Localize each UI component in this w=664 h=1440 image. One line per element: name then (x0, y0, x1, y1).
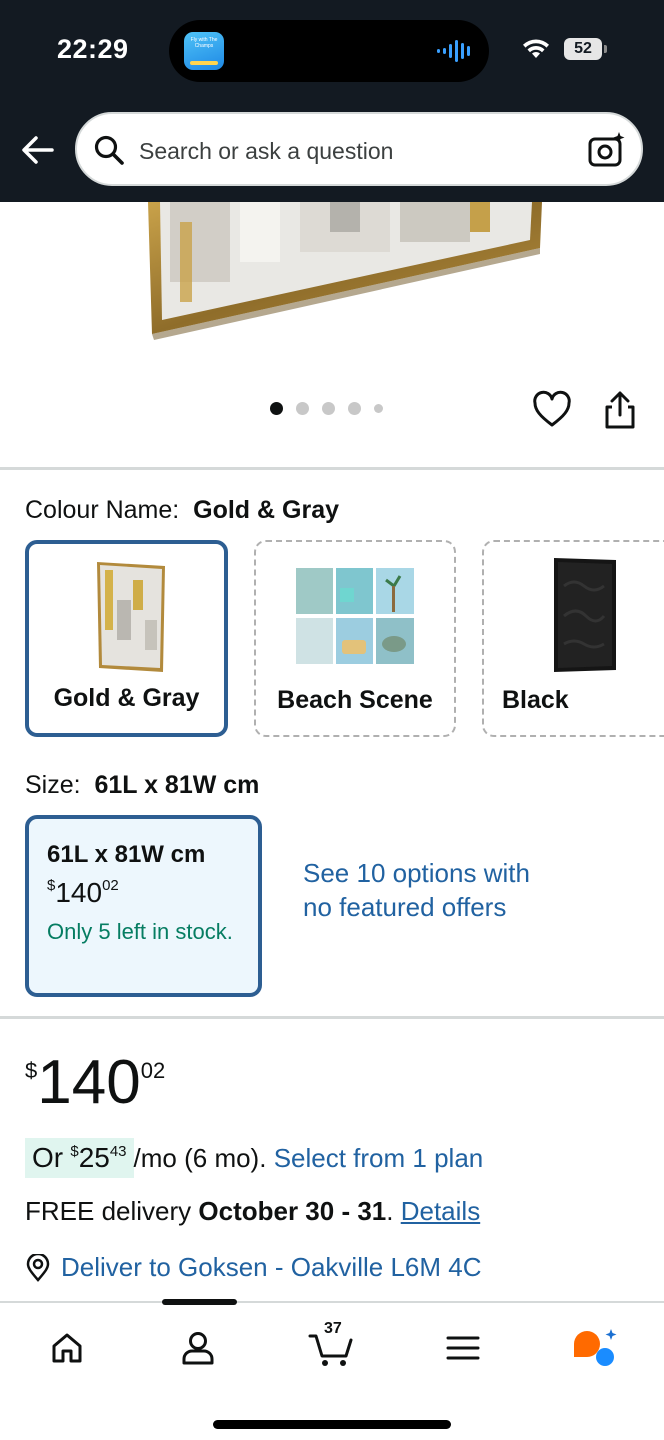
audio-wave-icon (437, 40, 470, 62)
main-price: $ 140 02 (25, 1050, 165, 1116)
currency-symbol: $ (47, 877, 56, 894)
installment-suffix: /mo (6 mo). (133, 1142, 267, 1173)
delivery-row: FREE delivery October 30 - 31. Details (25, 1196, 480, 1227)
delivery-prefix: FREE delivery (25, 1196, 192, 1226)
island-app-text: Fly with The Champs (190, 37, 218, 49)
nav-account[interactable] (173, 1323, 223, 1373)
image-carousel-dots[interactable] (270, 402, 383, 415)
swatch-gold-gray[interactable]: Gold & Gray (25, 540, 228, 737)
size-label-row: Size: 61L x 81W cm (25, 771, 259, 800)
heart-icon[interactable] (532, 390, 572, 430)
installment-fraction: 43 (109, 1143, 127, 1160)
installment-badge: Or $ 25 43 (25, 1138, 134, 1178)
back-arrow-icon[interactable] (20, 132, 56, 168)
header-bar: 22:29 Fly with The Champs 52 (0, 0, 664, 202)
beach-scene-thumbnail (296, 568, 414, 664)
nav-rufus[interactable] (570, 1323, 620, 1373)
black-thumbnail (554, 558, 616, 672)
rufus-ai-icon (574, 1329, 617, 1366)
dynamic-island: Fly with The Champs (169, 20, 489, 82)
search-icon (94, 135, 124, 165)
swatch-black[interactable]: Black (482, 540, 664, 737)
installment-whole: 25 (78, 1142, 110, 1173)
painting-image (148, 202, 542, 340)
deliver-to-label: Deliver to Goksen - Oakville L6M 4C (61, 1252, 482, 1282)
wifi-icon (523, 39, 549, 58)
nav-menu[interactable] (438, 1323, 488, 1373)
bottom-navigation: 37 (0, 1299, 664, 1440)
gold-gray-thumbnail (97, 562, 165, 672)
search-bar[interactable] (75, 112, 643, 186)
price-fraction: 02 (140, 1058, 166, 1083)
account-icon (182, 1332, 214, 1365)
size-option-card[interactable]: 61L x 81W cm $ 140 02 Only 5 left in sto… (25, 815, 262, 997)
live-activity-app-icon[interactable]: Fly with The Champs (184, 32, 224, 70)
colour-label-row: Colour Name: Gold & Gray (25, 496, 339, 525)
swatch-label: Black (502, 686, 569, 714)
installment-row: Or $ 25 43 /mo (6 mo). Select from 1 pla… (25, 1138, 483, 1178)
currency-symbol: $ (25, 1058, 38, 1083)
menu-icon (446, 1336, 480, 1360)
swatch-label: Beach Scene (277, 686, 433, 714)
colour-selected-value: Gold & Gray (193, 496, 340, 524)
product-image[interactable] (0, 202, 664, 382)
delivery-period: . (386, 1196, 394, 1226)
price-whole: 140 (55, 877, 103, 908)
stock-status: Only 5 left in stock. (47, 919, 233, 944)
carousel-dot[interactable] (348, 402, 361, 415)
home-icon (52, 1333, 82, 1363)
search-input[interactable] (139, 134, 559, 168)
size-label: Size: (25, 771, 81, 799)
size-option-title: 61L x 81W cm (47, 841, 206, 868)
battery-level: 52 (574, 40, 592, 57)
delivery-dates: October 30 - 31 (198, 1196, 387, 1226)
installment-prefix: Or (32, 1142, 64, 1173)
status-time: 22:29 (57, 34, 129, 64)
section-divider (0, 467, 664, 470)
delivery-details-link[interactable]: Details (401, 1196, 480, 1226)
carousel-dot[interactable] (322, 402, 335, 415)
size-option-price: $ 140 02 (47, 877, 240, 909)
colour-label: Colour Name: (25, 496, 180, 524)
swatch-beach-scene[interactable]: Beach Scene (254, 540, 456, 737)
cart-count: 37 (324, 1320, 342, 1337)
section-divider (0, 1016, 664, 1019)
see-options-link[interactable]: See 10 options with no featured offers (303, 856, 543, 924)
location-pin-icon (26, 1253, 50, 1282)
active-tab-indicator (162, 1299, 237, 1305)
carousel-dot[interactable] (374, 404, 383, 413)
deliver-to-link[interactable]: Deliver to Goksen - Oakville L6M 4C (25, 1252, 481, 1283)
swatch-label: Gold & Gray (53, 684, 200, 712)
camera-lens-icon[interactable] (587, 130, 627, 170)
nav-home[interactable] (42, 1323, 92, 1373)
select-plan-link[interactable]: Select from 1 plan (274, 1143, 484, 1174)
carousel-dot[interactable] (270, 402, 283, 415)
battery-indicator: 52 (564, 38, 607, 60)
installment-currency: $ (70, 1143, 79, 1160)
size-selected-value: 61L x 81W cm (94, 771, 260, 799)
price-whole: 140 (37, 1048, 141, 1117)
share-icon[interactable] (601, 390, 639, 430)
price-fraction: 02 (102, 877, 119, 894)
carousel-dot[interactable] (296, 402, 309, 415)
nav-cart[interactable]: 37 (306, 1320, 356, 1373)
home-indicator (213, 1420, 451, 1429)
status-indicators: 52 (522, 36, 607, 62)
